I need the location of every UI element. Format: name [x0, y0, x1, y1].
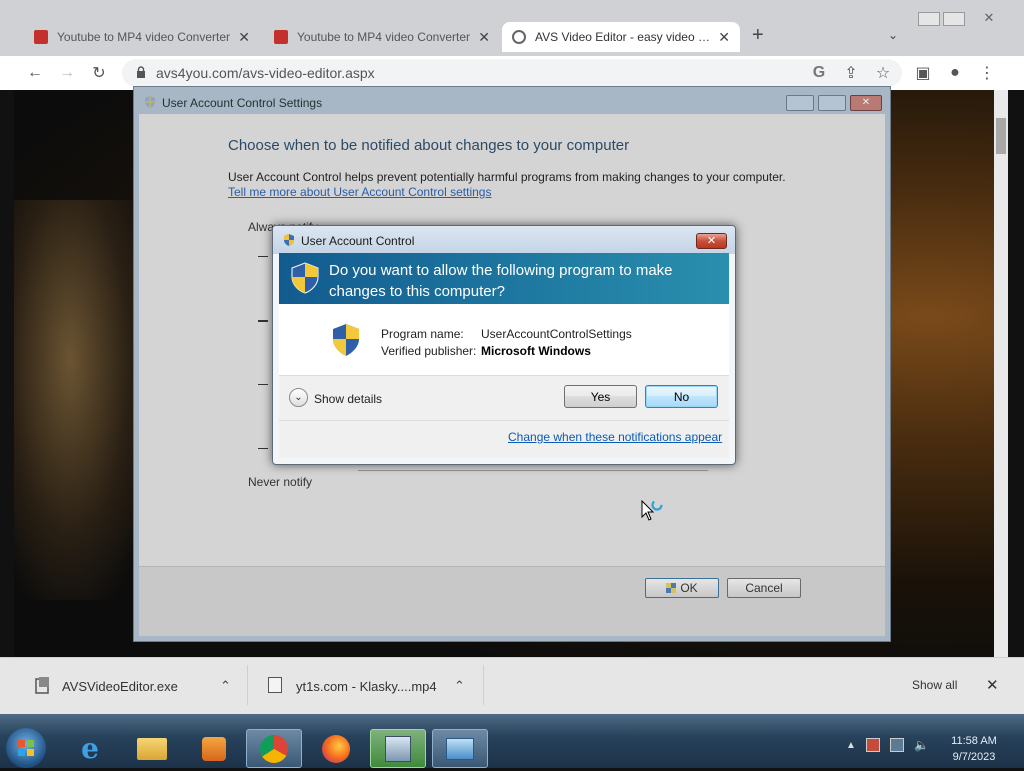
uac-settings-help-link[interactable]: Tell me more about User Account Control … — [228, 185, 491, 199]
clock-time[interactable]: 11:58 AM — [946, 735, 1002, 747]
installer-icon — [34, 676, 52, 696]
uac-settings-footer — [139, 566, 885, 636]
slider-tick — [258, 256, 268, 257]
slider-tick — [258, 448, 268, 449]
url-text: avs4you.com/avs-video-editor.aspx — [156, 65, 375, 81]
tab-title: Youtube to MP4 video Converter — [57, 30, 230, 44]
taskbar-chrome[interactable] — [246, 729, 302, 768]
minimize-button[interactable] — [918, 12, 940, 26]
tab-youtube-1[interactable]: Youtube to MP4 video Converter ✕ — [24, 22, 260, 52]
new-tab-button[interactable]: + — [752, 24, 764, 47]
cancel-button[interactable]: Cancel — [727, 578, 801, 598]
chevron-down-icon[interactable]: ⌄ — [289, 388, 308, 407]
share-icon[interactable]: ⇪ — [838, 60, 864, 86]
forward-icon[interactable]: → — [54, 60, 80, 86]
start-button[interactable] — [6, 728, 46, 768]
cancel-label: Cancel — [745, 581, 783, 595]
uac-settings-minimize[interactable] — [786, 95, 814, 111]
download-filename[interactable]: yt1s.com - Klasky....mp4 — [296, 679, 437, 694]
volume-icon[interactable]: 🔈 — [914, 738, 929, 752]
reload-icon[interactable]: ↻ — [86, 60, 112, 86]
no-label: No — [673, 389, 690, 404]
yes-label: Yes — [590, 389, 611, 404]
tab-youtube-2[interactable]: Youtube to MP4 video Converter ✕ — [264, 22, 500, 52]
no-button[interactable]: No — [645, 385, 718, 408]
network-icon[interactable] — [890, 738, 904, 752]
scrollbar[interactable] — [994, 90, 1008, 657]
tab-title: AVS Video Editor - easy video ed — [535, 30, 711, 44]
uac-settings-heading: Choose when to be notified about changes… — [228, 137, 630, 154]
youtube-icon — [274, 30, 288, 44]
taskbar-uac-app[interactable] — [370, 729, 426, 768]
tray-expand-icon[interactable]: ▲ — [846, 740, 856, 751]
internet-explorer-icon: e — [81, 732, 99, 765]
taskbar-internet-explorer[interactable]: e — [62, 729, 118, 768]
uac-app-icon — [385, 735, 411, 762]
taskbar-firefox[interactable] — [308, 729, 364, 768]
uac-dialog-title: User Account Control — [301, 234, 415, 248]
uac-question: Do you want to allow the following progr… — [329, 262, 673, 300]
tab-avs-video-editor[interactable]: AVS Video Editor - easy video ed ✕ — [502, 22, 740, 52]
video-file-icon — [268, 677, 282, 693]
program-name-value: UserAccountControlSettings — [481, 327, 632, 341]
shield-icon — [666, 583, 677, 593]
uac-dialog-close-button[interactable]: ✕ — [696, 233, 727, 249]
yes-button[interactable]: Yes — [564, 385, 637, 408]
profile-icon[interactable]: ● — [942, 60, 968, 86]
firefox-icon — [322, 734, 350, 763]
publisher-value: Microsoft Windows — [481, 344, 591, 358]
never-notify-label: Never notify — [248, 475, 313, 489]
tab-title: Youtube to MP4 video Converter — [297, 30, 470, 44]
menu-icon[interactable]: ⋮ — [974, 60, 1000, 86]
taskbar-file-explorer[interactable] — [124, 729, 180, 768]
close-icon[interactable]: ✕ — [986, 676, 999, 694]
folder-icon — [137, 737, 167, 760]
lock-icon — [136, 66, 146, 78]
google-lens-icon[interactable]: G — [806, 60, 832, 86]
youtube-icon — [34, 30, 48, 44]
show-all-button[interactable]: Show all — [912, 678, 957, 692]
media-player-icon — [202, 736, 226, 761]
divider — [483, 665, 484, 705]
divider — [358, 470, 708, 471]
chevron-up-icon[interactable]: ⌃ — [220, 678, 231, 694]
download-filename[interactable]: AVSVideoEditor.exe — [62, 679, 178, 694]
ok-label: OK — [680, 581, 698, 595]
globe-icon — [512, 30, 526, 44]
close-icon[interactable]: ✕ — [718, 29, 730, 46]
close-icon[interactable]: ✕ — [478, 29, 490, 46]
slider-tick — [258, 320, 268, 322]
ok-button[interactable]: OK — [645, 578, 719, 598]
control-panel-icon — [446, 737, 474, 760]
uac-settings-description: User Account Control helps prevent poten… — [228, 170, 786, 184]
uac-settings-title: User Account Control Settings — [162, 96, 323, 110]
uac-settings-maximize[interactable] — [818, 95, 846, 111]
bookmark-star-icon[interactable]: ☆ — [870, 60, 896, 86]
show-details-toggle[interactable]: Show details — [314, 392, 382, 406]
side-panel-icon[interactable]: ▣ — [910, 60, 936, 86]
shield-icon — [331, 323, 361, 357]
maximize-button[interactable] — [943, 12, 965, 26]
program-name-label: Program name: — [381, 327, 464, 341]
chevron-up-icon[interactable]: ⌃ — [454, 678, 465, 694]
shield-icon — [290, 262, 320, 294]
close-icon[interactable]: ✕ — [238, 29, 250, 46]
mouse-cursor-icon — [641, 499, 663, 524]
divider — [247, 665, 248, 705]
shield-icon — [282, 233, 296, 247]
chrome-icon — [260, 734, 288, 763]
taskbar-media-player[interactable] — [186, 729, 242, 768]
slider-tick — [258, 384, 268, 385]
clock-date[interactable]: 9/7/2023 — [946, 751, 1002, 763]
shield-icon — [143, 95, 157, 109]
window-close-button[interactable]: ✕ — [974, 10, 1004, 26]
uac-settings-close[interactable]: ✕ — [850, 95, 882, 111]
action-center-icon[interactable] — [866, 738, 880, 752]
change-notifications-link[interactable]: Change when these notifications appear — [508, 430, 722, 444]
publisher-label: Verified publisher: — [381, 344, 477, 358]
tab-search-button[interactable]: ⌄ — [888, 28, 898, 42]
taskbar-control-panel[interactable] — [432, 729, 488, 768]
back-icon[interactable]: ← — [22, 60, 48, 86]
scrollbar-thumb[interactable] — [996, 118, 1006, 154]
